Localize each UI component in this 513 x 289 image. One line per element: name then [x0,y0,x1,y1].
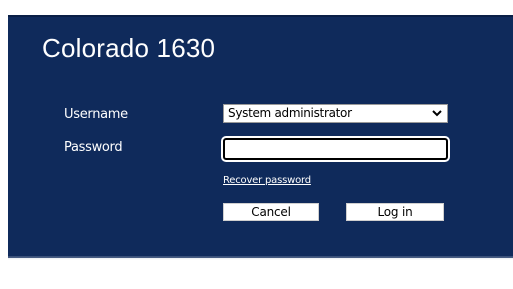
app-title: Colorado 1630 [42,33,216,63]
login-page: Colorado 1630 Username System administra… [0,0,513,289]
login-button[interactable]: Log in [346,203,444,221]
panel-shadow [8,256,513,260]
chevron-down-icon [432,110,442,117]
username-select[interactable]: System administrator [223,104,448,123]
password-input[interactable] [221,136,450,162]
password-label: Password [64,140,123,155]
username-label: Username [64,107,128,122]
cancel-button[interactable]: Cancel [223,203,319,221]
page-margin [0,0,8,289]
recover-password-link[interactable]: Recover password [223,175,311,186]
username-selected-value: System administrator [228,106,352,120]
